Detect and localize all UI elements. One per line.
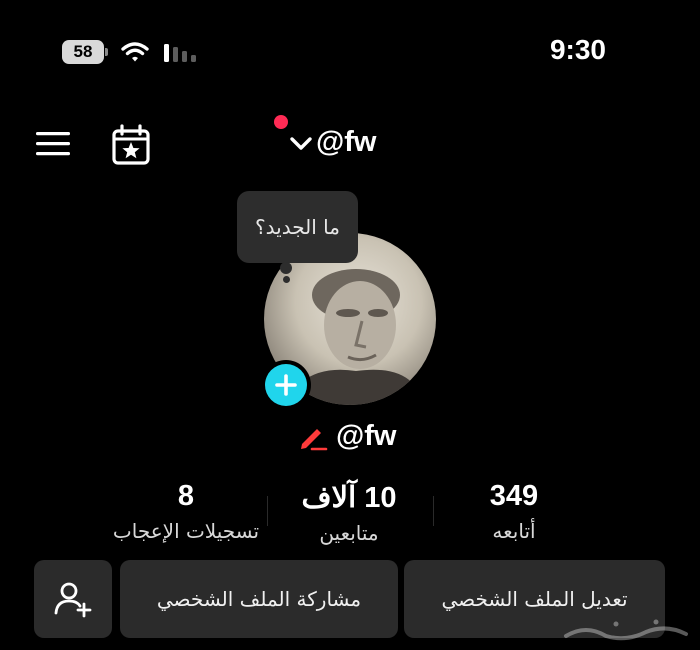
add-user-icon bbox=[54, 582, 92, 618]
menu-icon[interactable] bbox=[34, 128, 74, 160]
add-badge-circle bbox=[265, 364, 307, 406]
signal-icon bbox=[164, 44, 196, 62]
battery-level: 58 bbox=[62, 40, 104, 64]
followers-label: متابعين bbox=[319, 521, 379, 545]
stat-likes[interactable]: 8 تسجيلات الإعجاب bbox=[96, 480, 276, 543]
followers-count: 10 آلاف bbox=[301, 482, 397, 514]
battery-tip bbox=[105, 48, 108, 56]
add-story-button[interactable] bbox=[261, 360, 311, 410]
likes-label: تسجيلات الإعجاب bbox=[112, 519, 260, 543]
stat-followers[interactable]: 10 آلاف متابعين bbox=[259, 480, 439, 545]
calendar-star-icon[interactable] bbox=[110, 124, 152, 166]
tooltip-tail-small bbox=[283, 276, 290, 283]
profile-handle-row[interactable]: @fw bbox=[298, 420, 397, 453]
following-count: 349 bbox=[489, 480, 539, 512]
stat-following[interactable]: 349 أتابعه bbox=[424, 480, 604, 543]
wifi-icon bbox=[121, 42, 149, 62]
profile-handle: @fw bbox=[336, 420, 397, 452]
battery-icon: 58 bbox=[62, 40, 108, 64]
account-switcher[interactable]: @fw bbox=[288, 126, 377, 159]
chevron-down-icon bbox=[290, 136, 312, 150]
plus-icon bbox=[275, 374, 297, 396]
whats-new-tooltip[interactable]: ما الجديد؟ bbox=[237, 191, 358, 263]
notification-dot bbox=[274, 115, 288, 129]
pencil-icon bbox=[301, 428, 328, 450]
likes-count: 8 bbox=[177, 480, 195, 512]
watermark-logo bbox=[564, 619, 688, 641]
status-time: 9:30 bbox=[549, 34, 606, 65]
share-profile-button[interactable]: مشاركة الملف الشخصي bbox=[120, 560, 398, 638]
header-username: @fw bbox=[316, 126, 377, 158]
add-friend-button[interactable] bbox=[34, 560, 112, 638]
following-label: أتابعه bbox=[492, 519, 536, 543]
tooltip-tail bbox=[280, 262, 292, 274]
